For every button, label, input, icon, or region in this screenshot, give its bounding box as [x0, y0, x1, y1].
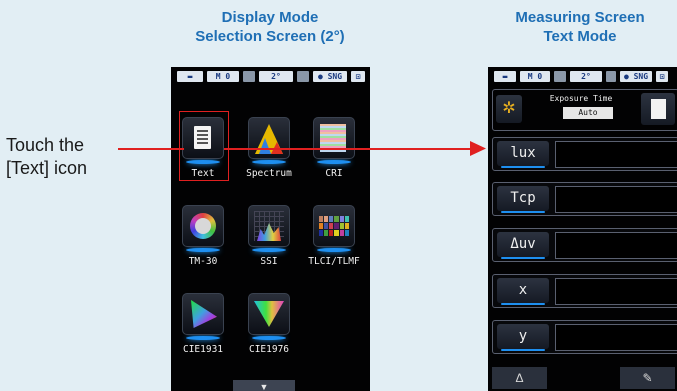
icon-label-ssi: SSI	[260, 256, 278, 267]
cie1976-triangle-icon	[248, 293, 290, 335]
icon-glow	[186, 248, 220, 252]
heading-line: Display Mode	[221, 9, 319, 26]
icon-glow	[252, 248, 286, 252]
label-glow	[501, 257, 545, 259]
heading-line: Selection Screen (2°)	[195, 28, 345, 45]
settings-button[interactable]: ✎	[620, 367, 675, 389]
wrench-icon: ✎	[642, 371, 653, 385]
memory-indicator: M 0	[520, 71, 550, 82]
pointer-line-left	[118, 148, 184, 150]
mode-text: SNG	[633, 72, 649, 81]
exposure-label: Exposure Time	[549, 94, 613, 103]
lux-row[interactable]: lux	[492, 137, 677, 171]
cie1976-mode-icon-button[interactable]: CIE1976	[241, 293, 297, 355]
measuring-text-screen: ▬ M 0 2° ● SNG ⊡ ✲ Exposure Time Auto lu…	[488, 67, 677, 391]
arrow-head-icon	[470, 141, 486, 156]
tcp-row[interactable]: Tcp	[492, 182, 677, 216]
memory-indicator: M 0	[207, 71, 239, 82]
exposure-header: ✲ Exposure Time Auto	[492, 89, 677, 131]
lux-value-field	[555, 141, 677, 168]
icon-glow	[252, 336, 286, 340]
icon-glow	[252, 160, 286, 164]
label-glow	[501, 303, 545, 305]
tm30-mode-icon-button[interactable]: TM-30	[175, 205, 231, 267]
icon-label-cri: CRI	[325, 168, 343, 179]
mode-indicator: ● SNG	[313, 71, 347, 82]
y-value-field	[555, 324, 677, 351]
chevron-down-icon: ▼	[259, 382, 269, 391]
label-glow	[501, 211, 545, 213]
icon-glow	[186, 336, 220, 340]
heading-line: Measuring Screen	[515, 9, 645, 26]
display-mode-selection-screen: ▬ M 0 2° ● SNG ⊡ Text Spectrum CRI TM-30…	[171, 67, 370, 391]
lock-icon: ⊡	[351, 71, 365, 82]
tlci-tlmf-mode-icon-button[interactable]: TLCI/TLMF	[306, 205, 362, 267]
row-label: Δuv	[497, 232, 549, 257]
row-label: y	[497, 324, 549, 349]
battery-icon: ▬	[494, 71, 516, 82]
row-label: x	[497, 278, 549, 303]
color-checker-icon	[313, 205, 355, 247]
x-value-field	[555, 278, 677, 305]
display-mode-button[interactable]	[641, 93, 675, 125]
status-spacer	[554, 71, 566, 82]
row-label: Tcp	[497, 186, 549, 211]
status-spacer	[606, 71, 616, 82]
measuring-screen-heading: Measuring Screen Text Mode	[470, 8, 677, 46]
row-label: lux	[497, 141, 549, 166]
tcp-value-field	[555, 186, 677, 213]
heading-line: Text Mode	[543, 28, 617, 45]
icon-glow	[317, 160, 351, 164]
pointer-line-right	[224, 148, 472, 150]
cri-bars-icon	[313, 117, 355, 159]
status-spacer	[297, 71, 309, 82]
icon-label-tm30: TM-30	[188, 256, 218, 267]
icon-glow	[317, 248, 351, 252]
status-bar: ▬ M 0 2° ● SNG ⊡	[177, 71, 365, 82]
selection-screen-heading: Display Mode Selection Screen (2°)	[150, 8, 390, 46]
duv-value-field	[555, 232, 677, 259]
mode-indicator: ● SNG	[620, 71, 652, 82]
icon-label-cie1976: CIE1976	[248, 344, 290, 355]
ssi-mode-icon-button[interactable]: SSI	[241, 205, 297, 267]
spectrum-icon	[248, 117, 290, 159]
battery-icon: ▬	[177, 71, 203, 82]
cie1931-triangle-icon	[182, 293, 224, 335]
angle-indicator: 2°	[259, 71, 293, 82]
scroll-down-button[interactable]: ▼	[233, 380, 295, 391]
status-bar: ▬ M 0 2° ● SNG ⊡	[494, 71, 668, 82]
instruction-text: Touch the [Text] icon	[6, 134, 136, 180]
exposure-value[interactable]: Auto	[563, 107, 613, 119]
delta-icon: Δ	[515, 371, 524, 385]
sun-icon[interactable]: ✲	[496, 95, 522, 123]
text-document-icon	[651, 99, 666, 119]
x-row[interactable]: x	[492, 274, 677, 308]
y-row[interactable]: y	[492, 320, 677, 354]
lock-icon: ⊡	[656, 71, 668, 82]
icon-label-spectrum: Spectrum	[246, 168, 292, 179]
instruction-line: [Text] icon	[6, 158, 88, 178]
duv-row[interactable]: Δuv	[492, 228, 677, 262]
ssi-graph-icon	[248, 205, 290, 247]
delta-menu-button[interactable]: Δ	[492, 367, 547, 389]
tm30-circle-icon	[182, 205, 224, 247]
mode-text: SNG	[327, 72, 343, 81]
label-glow	[501, 166, 545, 168]
selected-icon-highlight	[179, 111, 229, 181]
status-spacer	[243, 71, 255, 82]
instruction-line: Touch the	[6, 135, 85, 155]
label-glow	[501, 349, 545, 351]
icon-label-tlci-tlmf: TLCI/TLMF	[308, 256, 360, 267]
angle-indicator: 2°	[570, 71, 602, 82]
icon-label-cie1931: CIE1931	[182, 344, 224, 355]
cie1931-mode-icon-button[interactable]: CIE1931	[175, 293, 231, 355]
